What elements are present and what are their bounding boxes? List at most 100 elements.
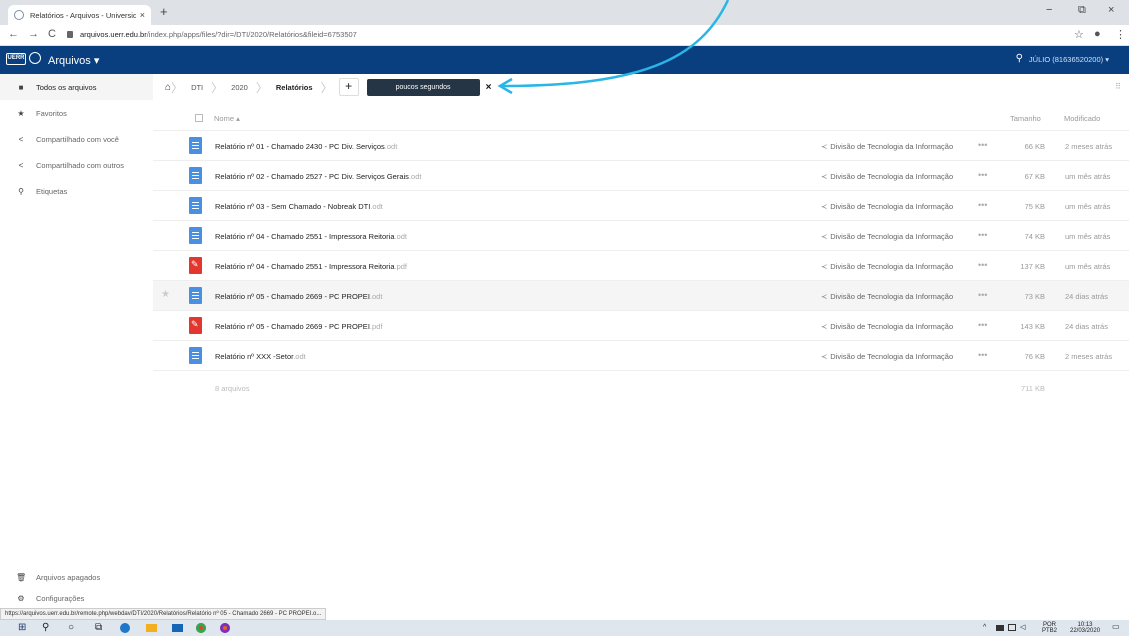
- sidebar-item-all-files[interactable]: ■ Todos os arquivos: [0, 74, 153, 100]
- breadcrumb-item-2020[interactable]: 2020: [223, 83, 256, 92]
- language-indicator[interactable]: POR PTB2: [1042, 622, 1057, 634]
- more-actions-icon[interactable]: •••: [978, 200, 987, 210]
- back-icon[interactable]: ←: [8, 28, 19, 40]
- app-menu-button[interactable]: Arquivos ▾: [48, 54, 99, 67]
- more-actions-icon[interactable]: •••: [978, 170, 987, 180]
- more-actions-icon[interactable]: •••: [978, 140, 987, 150]
- maximize-button[interactable]: ⧉: [1078, 4, 1086, 17]
- file-name[interactable]: Relatório nº 02 - Chamado 2527 - PC Div.…: [215, 172, 421, 181]
- sidebar-item-settings[interactable]: ⚙ Configurações: [0, 588, 153, 608]
- volume-icon[interactable]: ◁: [1020, 624, 1025, 631]
- search-icon[interactable]: ⚲: [42, 622, 49, 634]
- table-row[interactable]: Relatório nº 01 - Chamado 2430 - PC Div.…: [153, 131, 1129, 161]
- clock[interactable]: 10:13 22/03/2020: [1070, 622, 1100, 634]
- document-file-icon[interactable]: [189, 167, 202, 184]
- table-row[interactable]: Relatório nº 03 - Sem Chamado - Nobreak …: [153, 191, 1129, 221]
- column-name-header[interactable]: Nome ▴: [214, 114, 240, 123]
- table-row[interactable]: Relatório nº 04 - Chamado 2551 - Impress…: [153, 221, 1129, 251]
- sidebar-item-trash[interactable]: 🗑 Arquivos apagados: [0, 564, 153, 590]
- document-file-icon[interactable]: [189, 197, 202, 214]
- tab-close-icon[interactable]: ×: [140, 10, 145, 20]
- address-bar[interactable]: arquivos.uerr.edu.br/index.php/apps/file…: [80, 30, 357, 39]
- new-file-button[interactable]: +: [338, 78, 359, 96]
- table-row[interactable]: Relatório nº 05 - Chamado 2669 - PC PROP…: [153, 311, 1129, 341]
- breadcrumb-item-dti[interactable]: DTI: [183, 83, 211, 92]
- more-actions-icon[interactable]: •••: [978, 290, 987, 300]
- cortana-icon[interactable]: ○: [68, 622, 74, 634]
- file-extension: .odt: [384, 142, 398, 151]
- sidebar-item-label: Compartilhado com outros: [36, 160, 124, 170]
- file-name[interactable]: Relatório nº XXX -Setor.odt: [215, 352, 306, 361]
- document-file-icon[interactable]: [189, 287, 202, 304]
- file-name[interactable]: Relatório nº 03 - Sem Chamado - Nobreak …: [215, 202, 383, 211]
- file-name[interactable]: Relatório nº 04 - Chamado 2551 - Impress…: [215, 232, 407, 241]
- document-file-icon[interactable]: [189, 227, 202, 244]
- column-size-header[interactable]: Tamanho: [1010, 114, 1041, 123]
- user-menu[interactable]: JÚLIO (81636520200) ▾: [1029, 55, 1109, 64]
- uerr-logo[interactable]: UERR: [6, 53, 26, 65]
- mail-icon[interactable]: [172, 624, 183, 632]
- new-tab-button[interactable]: +: [160, 5, 168, 19]
- pdf-file-icon[interactable]: [189, 257, 202, 274]
- chrome-icon[interactable]: [196, 623, 206, 633]
- file-base-name: Relatório nº XXX -Setor: [215, 352, 294, 361]
- shared-by[interactable]: ≺ Divisão de Tecnologia da Informação: [821, 292, 953, 301]
- search-icon[interactable]: ⚲: [1016, 53, 1023, 64]
- browser-tab[interactable]: Relatórios - Arquivos - Universid... ×: [8, 5, 151, 25]
- shared-by[interactable]: ≺ Divisão de Tecnologia da Informação: [821, 202, 953, 211]
- minimize-button[interactable]: −: [1046, 4, 1052, 16]
- table-row[interactable]: Relatório nº 04 - Chamado 2551 - Impress…: [153, 251, 1129, 281]
- sidebar-item-shared-with-others[interactable]: < Compartilhado com outros: [0, 152, 153, 178]
- tray-expand-icon[interactable]: ^: [983, 624, 986, 631]
- firefox-icon[interactable]: [220, 623, 230, 633]
- file-explorer-icon[interactable]: [146, 624, 157, 632]
- share-icon: ≺: [821, 292, 828, 301]
- profile-icon[interactable]: ●: [1094, 28, 1101, 40]
- table-row[interactable]: Relatório nº 02 - Chamado 2527 - PC Div.…: [153, 161, 1129, 191]
- toast-close-icon[interactable]: ×: [486, 82, 492, 93]
- more-actions-icon[interactable]: •••: [978, 260, 987, 270]
- table-row[interactable]: ★ Relatório nº 05 - Chamado 2669 - PC PRO…: [153, 281, 1129, 311]
- document-file-icon[interactable]: [189, 137, 202, 154]
- reload-icon[interactable]: C: [48, 28, 56, 40]
- breadcrumb-item-relatorios[interactable]: Relatórios: [268, 83, 321, 92]
- file-name[interactable]: Relatório nº 05 - Chamado 2669 - PC PROP…: [215, 322, 382, 331]
- start-icon[interactable]: ⊞: [18, 622, 26, 634]
- forward-icon[interactable]: →: [28, 28, 39, 40]
- sidebar-item-favorites[interactable]: ★ Favoritos: [0, 100, 153, 126]
- battery-icon[interactable]: [996, 625, 1004, 631]
- file-name[interactable]: Relatório nº 01 - Chamado 2430 - PC Div.…: [215, 142, 397, 151]
- sidebar-item-tags[interactable]: ⚲ Etiquetas: [0, 178, 153, 204]
- bookmark-star-icon[interactable]: ☆: [1074, 28, 1084, 41]
- shared-by[interactable]: ≺ Divisão de Tecnologia da Informação: [821, 172, 953, 181]
- grid-view-icon[interactable]: ⠿: [1115, 82, 1121, 91]
- notification-icon[interactable]: ▭: [1112, 623, 1120, 631]
- upload-toast: poucos segundos: [366, 78, 480, 96]
- pdf-file-icon[interactable]: [189, 317, 202, 334]
- shared-by[interactable]: ≺ Divisão de Tecnologia da Informação: [821, 352, 953, 361]
- select-all-checkbox[interactable]: [195, 114, 203, 122]
- more-actions-icon[interactable]: •••: [978, 350, 987, 360]
- document-file-icon[interactable]: [189, 347, 202, 364]
- shared-by[interactable]: ≺ Divisão de Tecnologia da Informação: [821, 232, 953, 241]
- shared-by[interactable]: ≺ Divisão de Tecnologia da Informação: [821, 322, 953, 331]
- browser-menu-icon[interactable]: ⋮: [1115, 28, 1126, 41]
- edge-icon[interactable]: [120, 623, 130, 633]
- file-name[interactable]: Relatório nº 05 - Chamado 2669 - PC PROP…: [215, 292, 382, 301]
- favorite-star-icon[interactable]: ★: [161, 289, 170, 300]
- column-modified-header[interactable]: Modificado: [1064, 114, 1100, 123]
- file-base-name: Relatório nº 03 - Sem Chamado - Nobreak …: [215, 202, 371, 211]
- more-actions-icon[interactable]: •••: [978, 320, 987, 330]
- shared-by[interactable]: ≺ Divisão de Tecnologia da Informação: [821, 262, 953, 271]
- sidebar-item-shared-with-you[interactable]: < Compartilhado com você: [0, 126, 153, 152]
- shared-by[interactable]: ≺ Divisão de Tecnologia da Informação: [821, 142, 953, 151]
- shared-by-label: Divisão de Tecnologia da Informação: [830, 322, 954, 331]
- share-icon: <: [18, 160, 24, 170]
- file-name[interactable]: Relatório nº 04 - Chamado 2551 - Impress…: [215, 262, 407, 271]
- close-window-button[interactable]: ×: [1108, 4, 1114, 16]
- table-row[interactable]: Relatório nº XXX -Setor.odt ≺ Divisão de T…: [153, 341, 1129, 371]
- more-actions-icon[interactable]: •••: [978, 230, 987, 240]
- network-icon[interactable]: [1008, 624, 1016, 631]
- task-view-icon[interactable]: ⧉: [95, 622, 102, 634]
- sidebar-item-label: Etiquetas: [36, 186, 68, 196]
